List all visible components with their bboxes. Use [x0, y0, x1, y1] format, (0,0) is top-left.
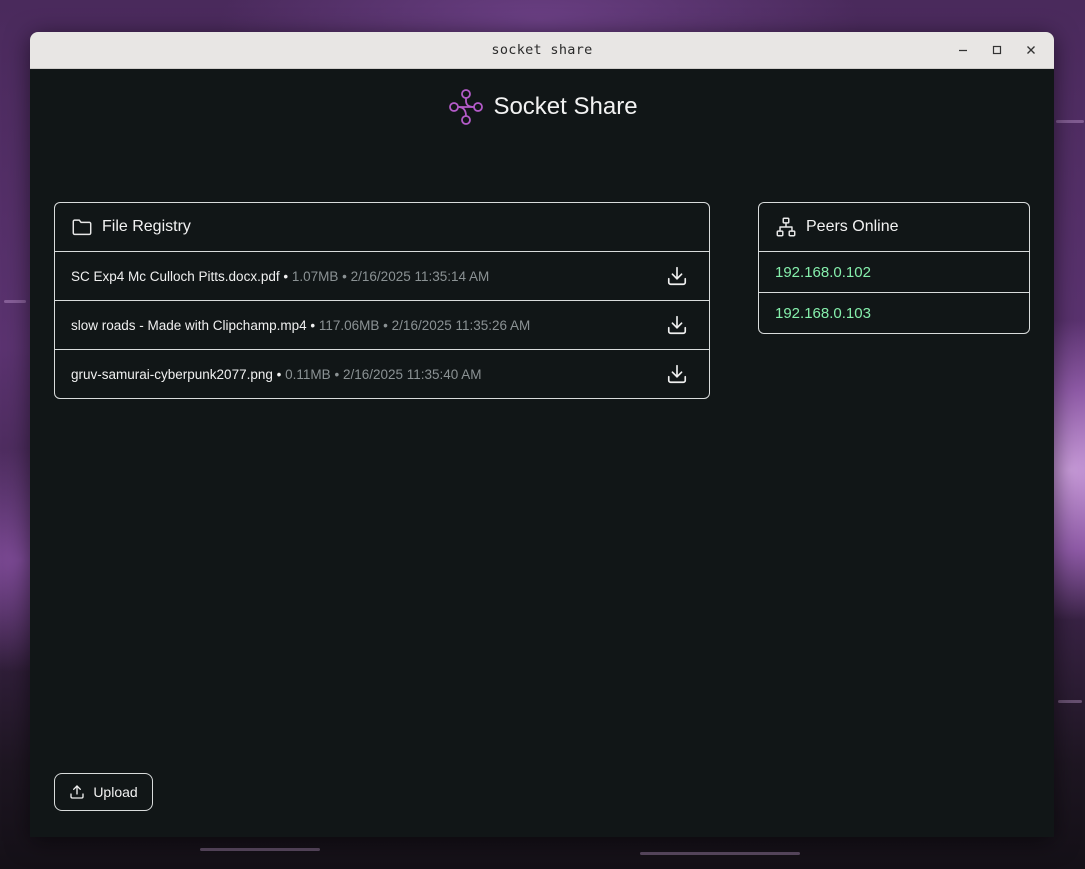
- separator: •: [334, 366, 340, 382]
- wallpaper-streak: [640, 852, 800, 855]
- window-controls: [946, 32, 1048, 68]
- file-row: gruv-samurai-cyberpunk2077.png • 0.11MB …: [55, 350, 709, 398]
- app-window: socket share Socket Share File Registry …: [30, 32, 1054, 837]
- separator: •: [276, 366, 282, 382]
- download-button[interactable]: [665, 362, 689, 386]
- upload-icon: [70, 785, 84, 799]
- file-name: SC Exp4 Mc Culloch Pitts.docx.pdf: [71, 268, 280, 284]
- file-registry-panel: File Registry SC Exp4 Mc Culloch Pitts.d…: [54, 202, 710, 399]
- file-size: 0.11MB: [285, 366, 331, 382]
- file-row: SC Exp4 Mc Culloch Pitts.docx.pdf • 1.07…: [55, 252, 709, 301]
- file-name: slow roads - Made with Clipchamp.mp4: [71, 317, 307, 333]
- peers-panel: Peers Online 192.168.0.102 192.168.0.103: [758, 202, 1030, 334]
- file-row: slow roads - Made with Clipchamp.mp4 • 1…: [55, 301, 709, 350]
- wallpaper-streak: [1058, 700, 1082, 703]
- titlebar[interactable]: socket share: [30, 32, 1054, 69]
- file-timestamp: 2/16/2025 11:35:14 AM: [350, 268, 490, 284]
- file-timestamp: 2/16/2025 11:35:40 AM: [342, 366, 482, 382]
- app-content: Socket Share File Registry SC Exp4 Mc Cu…: [30, 69, 1054, 837]
- maximize-icon: [992, 45, 1002, 55]
- app-header: Socket Share: [30, 87, 1054, 127]
- peer-row: 192.168.0.103: [759, 293, 1029, 333]
- peers-header: Peers Online: [759, 203, 1029, 252]
- peer-row: 192.168.0.102: [759, 252, 1029, 293]
- peers-title: Peers Online: [806, 218, 899, 235]
- download-icon: [667, 266, 687, 286]
- app-title: Socket Share: [493, 93, 638, 120]
- separator: •: [342, 268, 347, 284]
- network-icon: [776, 217, 796, 237]
- download-button[interactable]: [665, 264, 689, 288]
- upload-label: Upload: [93, 784, 138, 800]
- download-button[interactable]: [665, 313, 689, 337]
- wallpaper-streak: [4, 300, 26, 303]
- separator: •: [310, 317, 316, 333]
- peer-ip: 192.168.0.103: [775, 304, 871, 322]
- minimize-button[interactable]: [946, 32, 980, 68]
- close-button[interactable]: [1014, 32, 1048, 68]
- file-size: 1.07MB: [291, 268, 339, 284]
- file-name: gruv-samurai-cyberpunk2077.png: [71, 366, 273, 382]
- window-title: socket share: [491, 42, 593, 58]
- separator: •: [383, 317, 388, 333]
- file-size: 117.06MB: [318, 317, 380, 333]
- minimize-icon: [959, 49, 967, 52]
- folder-icon: [72, 219, 92, 236]
- share-nodes-icon: [449, 89, 484, 125]
- wallpaper-streak: [200, 848, 320, 851]
- wallpaper-streak: [1056, 120, 1084, 123]
- file-timestamp: 2/16/2025 11:35:26 AM: [391, 317, 531, 333]
- upload-button[interactable]: Upload: [54, 773, 153, 811]
- file-registry-header: File Registry: [55, 203, 709, 252]
- close-icon: [1027, 46, 1035, 54]
- peer-ip: 192.168.0.102: [775, 263, 871, 281]
- download-icon: [667, 315, 687, 335]
- separator: •: [283, 268, 289, 284]
- download-icon: [667, 364, 687, 384]
- maximize-button[interactable]: [980, 32, 1014, 68]
- file-registry-title: File Registry: [102, 218, 191, 235]
